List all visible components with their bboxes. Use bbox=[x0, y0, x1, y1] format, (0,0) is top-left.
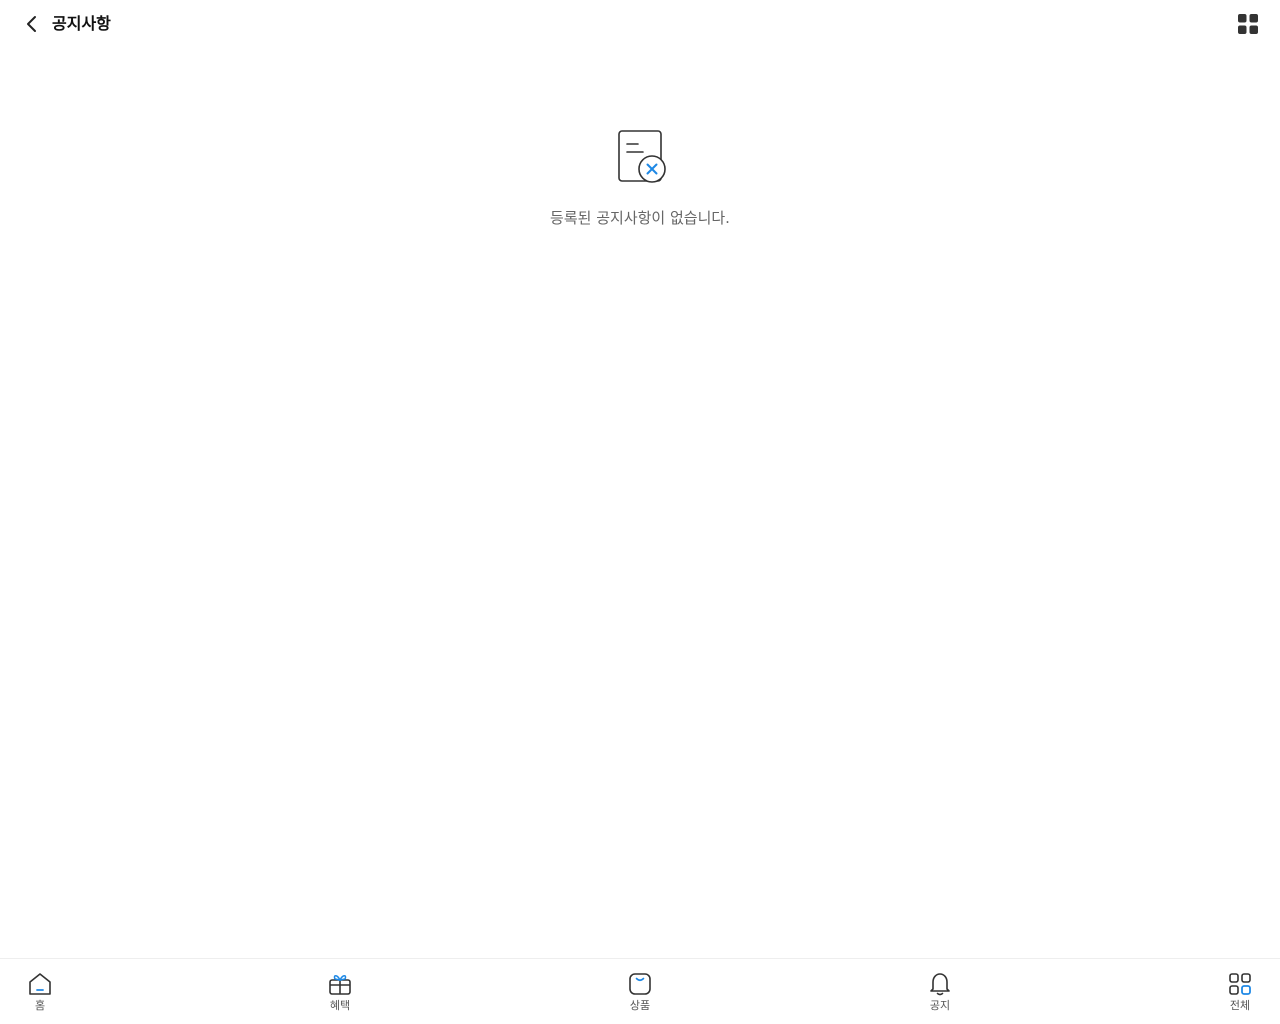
shopping-bag-icon bbox=[629, 973, 651, 995]
nav-item-products[interactable]: 상품 bbox=[610, 971, 670, 1013]
bell-icon bbox=[930, 973, 950, 996]
grid-icon bbox=[1229, 973, 1251, 995]
home-icon bbox=[29, 973, 51, 995]
gift-icon bbox=[329, 975, 351, 995]
empty-state: 등록된 공지사항이 없습니다. bbox=[0, 128, 1280, 228]
nav-item-home[interactable]: 홈 bbox=[10, 971, 70, 1013]
nav-label-benefits: 혜택 bbox=[329, 999, 351, 1012]
header: 공지사항 bbox=[0, 0, 1280, 48]
page-title: 공지사항 bbox=[52, 14, 111, 33]
nav-item-benefits[interactable]: 혜택 bbox=[310, 971, 370, 1013]
notice-page: 공지사항 등록된 공지사항이 없습니다. 홈 혜택 상품 공지 전체 bbox=[0, 0, 1280, 1024]
nav-label-products: 상품 bbox=[629, 999, 651, 1012]
nav-item-all[interactable]: 전체 bbox=[1210, 971, 1270, 1013]
back-button[interactable] bbox=[18, 10, 46, 38]
chevron-left-icon bbox=[27, 16, 36, 32]
document-x-icon bbox=[618, 130, 666, 183]
grid-menu-icon bbox=[1238, 14, 1258, 34]
menu-button[interactable] bbox=[1236, 12, 1260, 36]
nav-item-notice[interactable]: 공지 bbox=[910, 971, 970, 1013]
empty-message: 등록된 공지사항이 없습니다. bbox=[550, 209, 730, 227]
nav-label-home: 홈 bbox=[34, 999, 46, 1012]
bottom-nav: 홈 혜택 상품 공지 전체 bbox=[0, 958, 1280, 1024]
nav-label-all: 전체 bbox=[1229, 999, 1251, 1012]
nav-label-notice: 공지 bbox=[929, 999, 951, 1012]
